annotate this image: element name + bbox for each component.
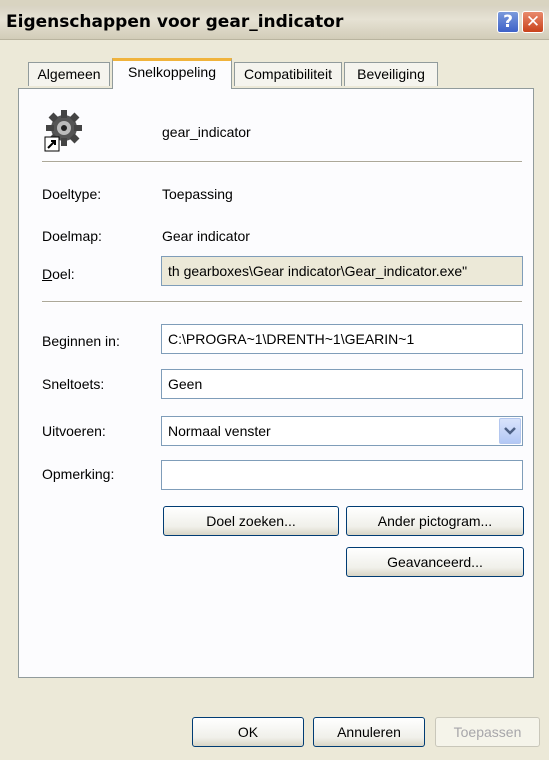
uitvoeren-dropdown[interactable]: Normaal venster (161, 416, 523, 446)
doel-field[interactable]: th gearboxes\Gear indicator\Gear_indicat… (161, 256, 523, 286)
tab-algemeen-label: Algemeen (37, 66, 101, 82)
tab-snelkoppeling[interactable]: Snelkoppeling (112, 58, 232, 89)
beginnen-in-field[interactable]: C:\PROGRA~1\DRENTH~1\GEARIN~1 (161, 324, 523, 354)
opmerking-label: Opmerking: (42, 466, 115, 482)
tab-compatibiliteit[interactable]: Compatibiliteit (234, 62, 342, 86)
tab-beveiliging-label: Beveiliging (357, 66, 425, 82)
properties-dialog: Eigenschappen voor gear_indicator ? ✕ Al… (0, 0, 549, 760)
close-button[interactable]: ✕ (522, 11, 544, 33)
dropdown-arrow[interactable] (499, 418, 521, 444)
help-icon: ? (503, 12, 513, 32)
toepassen-button: Toepassen (435, 717, 540, 747)
separator-1 (42, 161, 522, 163)
uitvoeren-label: Uitvoeren: (42, 423, 106, 439)
annuleren-button[interactable]: Annuleren (313, 717, 425, 747)
title-bar[interactable]: Eigenschappen voor gear_indicator ? ✕ (0, 6, 549, 40)
tab-snelkoppeling-label: Snelkoppeling (128, 64, 216, 80)
close-icon: ✕ (525, 12, 541, 32)
sneltoets-field[interactable]: Geen (161, 369, 523, 399)
window-title: Eigenschappen voor gear_indicator (6, 12, 344, 32)
geavanceerd-button[interactable]: Geavanceerd... (346, 547, 524, 577)
chevron-down-icon (504, 427, 516, 435)
opmerking-field[interactable] (161, 460, 523, 490)
tab-algemeen[interactable]: Algemeen (28, 62, 110, 86)
doelmap-value: Gear indicator (162, 228, 250, 244)
sneltoets-value: Geen (168, 376, 203, 392)
doeltype-value: Toepassing (162, 186, 233, 202)
sneltoets-label: Sneltoets: (42, 376, 105, 392)
separator-2 (42, 301, 522, 303)
doel-label: Doel: (42, 266, 75, 282)
ander-pictogram-button[interactable]: Ander pictogram... (346, 506, 524, 536)
doelmap-label: Doelmap: (42, 228, 102, 244)
shortcut-name: gear_indicator (162, 124, 251, 140)
doel-label-rest: oel: (52, 266, 75, 282)
help-button[interactable]: ? (497, 11, 519, 33)
beginnen-in-value: C:\PROGRA~1\DRENTH~1\GEARIN~1 (168, 331, 415, 347)
doel-zoeken-button[interactable]: Doel zoeken... (163, 506, 339, 536)
doel-value: th gearboxes\Gear indicator\Gear_indicat… (168, 263, 468, 279)
beginnen-label: Beginnen in: (42, 333, 120, 349)
tab-beveiliging[interactable]: Beveiliging (344, 62, 438, 86)
doeltype-label: Doeltype: (42, 186, 102, 202)
ok-button[interactable]: OK (192, 717, 304, 747)
gear-shortcut-icon (44, 110, 82, 152)
tab-compatibiliteit-label: Compatibiliteit (244, 66, 332, 82)
uitvoeren-value: Normaal venster (168, 423, 271, 439)
